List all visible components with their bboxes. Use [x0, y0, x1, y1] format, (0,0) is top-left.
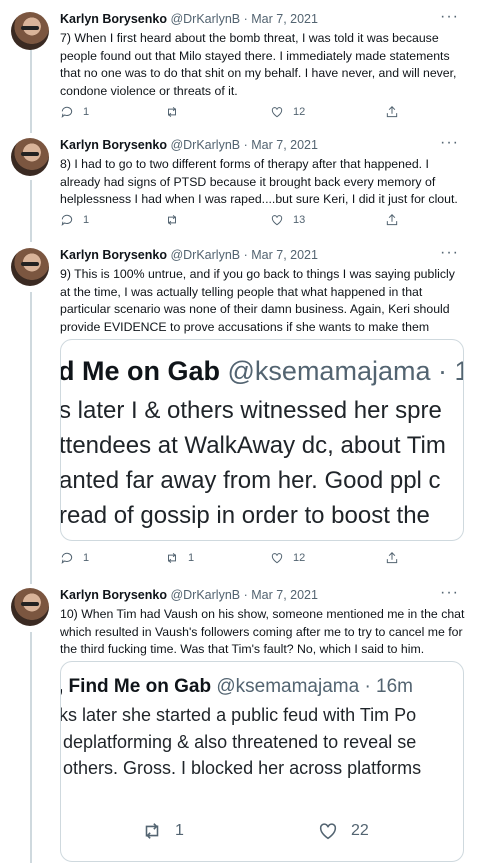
quoted-retweet-count: 1 [175, 822, 184, 839]
quoted-text-line: s later I & others witnessed her spre [60, 397, 442, 424]
quoted-text-line: read of gossip in order to boost the [60, 502, 430, 529]
like-count: 12 [293, 106, 306, 118]
tweet-date[interactable]: · Mar 7, 2021 [244, 138, 318, 152]
thread-line [30, 292, 32, 584]
like-icon [271, 215, 283, 226]
avatar[interactable] [11, 138, 49, 176]
retweet-button[interactable] [165, 213, 188, 227]
reply-button[interactable]: 1 [60, 551, 89, 565]
like-button[interactable]: 12 [270, 105, 305, 119]
tweet-header: Karlyn Borysenko @DrKarlynB · Mar 7, 202… [60, 12, 318, 26]
thread-line [30, 48, 32, 133]
thread-line [30, 180, 32, 242]
quoted-text-line: ttendees at WalkAway dc, about Tim [60, 432, 446, 459]
quoted-handle: @ksemamajama · 18m [227, 356, 463, 386]
share-button[interactable] [385, 551, 399, 565]
author-handle[interactable]: @DrKarlynB [170, 248, 240, 262]
share-icon [386, 552, 398, 564]
more-icon[interactable]: ··· [440, 244, 459, 262]
tweet-date[interactable]: · Mar 7, 2021 [244, 248, 318, 262]
tweet-actions: 1 1 12 [60, 551, 420, 569]
quoted-like-button[interactable]: 22 [317, 820, 369, 842]
tweet-text: 8) I had to go to two different forms of… [60, 157, 458, 206]
retweet-count: 1 [188, 552, 195, 564]
avatar[interactable] [11, 248, 49, 286]
tweet-header: Karlyn Borysenko @DrKarlynB · Mar 7, 202… [60, 138, 318, 152]
retweet-icon [168, 552, 176, 564]
avatar[interactable] [11, 12, 49, 50]
quoted-handle: @ksemamajama · 16m [216, 676, 414, 697]
more-icon[interactable]: ··· [440, 134, 459, 152]
quoted-actions: 1 22 [141, 820, 441, 844]
tweet-date[interactable]: · Mar 7, 2021 [244, 588, 318, 602]
quoted-author-name: d Me on Gab [60, 356, 220, 386]
like-icon [319, 823, 337, 840]
author-name[interactable]: Karlyn Borysenko [60, 12, 167, 26]
like-icon [271, 553, 283, 564]
reply-icon [61, 552, 73, 564]
quoted-author-name: , Find Me on Gab [60, 676, 212, 697]
like-icon [271, 107, 283, 118]
author-handle[interactable]: @DrKarlynB [170, 138, 240, 152]
retweet-button[interactable]: 1 [165, 551, 194, 565]
reply-count: 1 [83, 106, 90, 118]
quoted-header: , Find Me on Gab @ksemamajama · 16m [60, 676, 414, 698]
tweet-text: 10) When Tim had Vaush on his show, some… [60, 607, 465, 656]
thread-line [30, 632, 32, 863]
tweet-text: 9) This is 100% untrue, and if you go ba… [60, 267, 455, 334]
like-count: 12 [293, 552, 306, 564]
quoted-text-line: deplatforming & also threatened to revea… [63, 732, 417, 752]
author-name[interactable]: Karlyn Borysenko [60, 248, 167, 262]
reply-icon [61, 214, 73, 226]
quoted-like-count: 22 [351, 822, 369, 839]
share-icon [386, 106, 398, 118]
reply-icon [61, 106, 73, 118]
more-icon[interactable]: ··· [440, 8, 459, 26]
quoted-tweet[interactable]: , Find Me on Gab @ksemamajama · 16m ks l… [60, 661, 464, 862]
retweet-button[interactable] [165, 105, 188, 119]
reply-button[interactable]: 1 [60, 105, 89, 119]
quoted-text-line: ks later she started a public feud with … [60, 705, 417, 725]
retweet-icon [168, 214, 176, 226]
author-name[interactable]: Karlyn Borysenko [60, 138, 167, 152]
like-count: 13 [293, 214, 306, 226]
reply-count: 1 [83, 552, 90, 564]
retweet-icon [168, 106, 176, 118]
retweet-icon [145, 823, 159, 839]
tweet-actions: 1 13 [60, 213, 420, 231]
author-handle[interactable]: @DrKarlynB [170, 12, 240, 26]
tweet-date[interactable]: · Mar 7, 2021 [244, 12, 318, 26]
quoted-retweet-button[interactable]: 1 [141, 820, 184, 842]
author-handle[interactable]: @DrKarlynB [170, 588, 240, 602]
tweet-actions: 1 12 [60, 105, 420, 123]
like-button[interactable]: 12 [270, 551, 305, 565]
like-button[interactable]: 13 [270, 213, 305, 227]
quoted-text-line: anted far away from her. Good ppl c [60, 467, 441, 494]
share-button[interactable] [385, 105, 399, 119]
avatar[interactable] [11, 588, 49, 626]
quoted-text-line: others. Gross. I blocked her across plat… [63, 758, 422, 778]
share-icon [386, 214, 398, 226]
quoted-tweet[interactable]: d Me on Gab @ksemamajama · 18m s later I… [60, 339, 464, 541]
tweet-header: Karlyn Borysenko @DrKarlynB · Mar 7, 202… [60, 588, 318, 602]
reply-count: 1 [83, 214, 90, 226]
more-icon[interactable]: ··· [440, 584, 459, 602]
quoted-header: d Me on Gab @ksemamajama · 18m [60, 356, 463, 387]
author-name[interactable]: Karlyn Borysenko [60, 588, 167, 602]
share-button[interactable] [385, 213, 399, 227]
tweet-header: Karlyn Borysenko @DrKarlynB · Mar 7, 202… [60, 248, 318, 262]
tweet-text: 7) When I first heard about the bomb thr… [60, 31, 457, 98]
reply-button[interactable]: 1 [60, 213, 89, 227]
